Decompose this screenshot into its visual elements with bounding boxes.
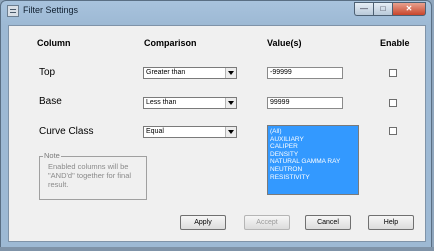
cancel-button[interactable]: Cancel xyxy=(305,215,351,230)
list-item[interactable]: RESISTIVITY xyxy=(270,174,356,182)
filter-settings-window: Filter Settings — □ ✕ Column Comparison … xyxy=(0,0,432,248)
maximize-button[interactable]: □ xyxy=(373,2,392,16)
list-item[interactable]: CALIPER xyxy=(270,143,356,151)
base-value-input[interactable]: 99999 xyxy=(267,97,343,109)
curve-class-listbox[interactable]: (All) AUXILIARY CALIPER DENSITY NATURAL … xyxy=(267,125,359,195)
dialog-body: Column Comparison Value(s) Enable Top Gr… xyxy=(8,25,426,242)
chevron-down-icon[interactable] xyxy=(225,68,236,78)
title-bar[interactable]: Filter Settings — □ ✕ xyxy=(1,1,431,23)
apply-button[interactable]: Apply xyxy=(180,215,226,230)
note-legend: Note xyxy=(43,151,61,160)
base-enable-checkbox[interactable] xyxy=(389,99,397,107)
enable-header: Enable xyxy=(380,38,410,48)
top-label: Top xyxy=(39,67,56,78)
minimize-button[interactable]: — xyxy=(354,2,373,16)
close-button[interactable]: ✕ xyxy=(392,2,426,16)
curve-class-enable-checkbox[interactable] xyxy=(389,127,397,135)
column-header: Column xyxy=(37,38,71,48)
list-item[interactable]: AUXILIARY xyxy=(270,136,356,144)
window-icon xyxy=(7,5,19,17)
top-enable-checkbox[interactable] xyxy=(389,69,397,77)
curve-class-comparison-value: Equal xyxy=(146,128,164,135)
base-comparison-select[interactable]: Less than xyxy=(143,97,237,109)
base-comparison-value: Less than xyxy=(146,99,177,106)
list-item[interactable]: (All) xyxy=(270,128,356,136)
note-text: Enabled columns will be "AND'd" together… xyxy=(48,162,132,189)
help-button[interactable]: Help xyxy=(368,215,414,230)
window-controls: — □ ✕ xyxy=(354,2,426,16)
base-label: Base xyxy=(39,96,62,107)
chevron-down-icon[interactable] xyxy=(225,127,236,137)
top-comparison-select[interactable]: Greater than xyxy=(143,67,237,79)
curve-class-label: Curve Class xyxy=(39,126,94,137)
list-item[interactable]: DENSITY xyxy=(270,151,356,159)
note-group: Note Enabled columns will be "AND'd" tog… xyxy=(39,151,147,200)
curve-class-comparison-select[interactable]: Equal xyxy=(143,126,237,138)
chevron-down-icon[interactable] xyxy=(225,98,236,108)
list-item[interactable]: NATURAL GAMMA RAY xyxy=(270,158,356,166)
list-item[interactable]: NEUTRON xyxy=(270,166,356,174)
background-status-strip xyxy=(0,247,434,251)
comparison-header: Comparison xyxy=(144,38,197,48)
accept-button[interactable]: Accept xyxy=(244,215,290,230)
top-value-input[interactable]: -99999 xyxy=(267,67,343,79)
values-header: Value(s) xyxy=(267,38,302,48)
top-comparison-value: Greater than xyxy=(146,69,186,76)
window-title: Filter Settings xyxy=(23,5,79,15)
